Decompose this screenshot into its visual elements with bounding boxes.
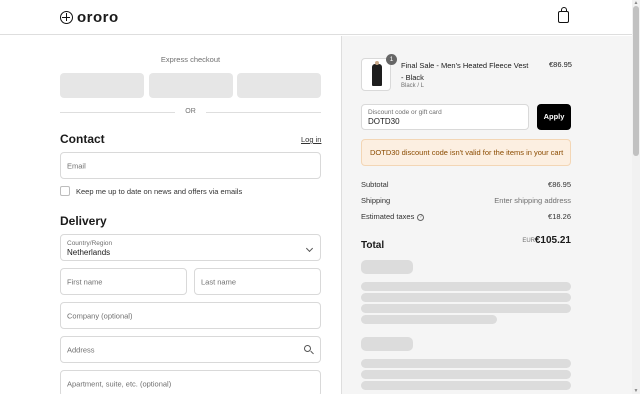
delivery-title: Delivery [60, 214, 107, 228]
discount-error-message: DOTD30 discount code isn't valid for the… [361, 139, 571, 166]
taxes-row: Estimated taxes? €18.26 [361, 212, 571, 221]
shipping-row: Shipping Enter shipping address [361, 196, 571, 205]
ororo-logo-icon [60, 11, 73, 24]
discount-label: Discount code or gift card [368, 109, 442, 116]
product-name: Final Sale - Men's Heated Fleece Vest - … [401, 61, 529, 82]
company-placeholder: Company (optional) [67, 311, 133, 320]
address-field[interactable]: Address [60, 336, 321, 363]
brand-logo[interactable]: ororo [60, 9, 119, 26]
loading-skeleton [361, 304, 571, 313]
newsletter-checkbox[interactable] [60, 186, 70, 196]
login-link[interactable]: Log in [301, 135, 321, 144]
express-pay-button-3[interactable] [237, 73, 321, 98]
shipping-value: Enter shipping address [494, 196, 571, 205]
divider-line-right [206, 112, 321, 113]
shipping-label: Shipping [361, 196, 391, 205]
newsletter-label: Keep me up to date on news and offers vi… [76, 187, 243, 196]
discount-code-field[interactable]: Discount code or gift card DOTD30 [361, 104, 529, 130]
express-checkout-label: Express checkout [160, 55, 221, 64]
express-pay-button-1[interactable] [60, 73, 144, 98]
product-price: €86.95 [549, 60, 572, 69]
country-value: Netherlands [67, 248, 111, 257]
product-variant: Black / L [401, 83, 425, 89]
apartment-field[interactable]: Apartment, suite, etc. (optional) [60, 370, 321, 394]
first-name-field[interactable]: First name [60, 268, 187, 295]
taxes-label: Estimated taxes [361, 212, 415, 221]
email-field[interactable]: Email [60, 152, 321, 179]
loading-skeleton [361, 293, 571, 302]
info-icon[interactable]: ? [417, 213, 425, 221]
country-select[interactable]: Country/Region Netherlands [60, 234, 321, 261]
first-name-placeholder: First name [67, 277, 103, 286]
total-value: €105.21 [534, 235, 571, 246]
total-row: Total EUR €105.21 [361, 235, 571, 253]
scroll-down-arrow-icon[interactable]: ▼ [633, 389, 639, 394]
currency-code: EUR [522, 238, 535, 244]
chevron-down-icon [305, 244, 314, 253]
loading-skeleton [361, 359, 571, 368]
vest-image [372, 61, 382, 86]
discount-value: DOTD30 [368, 117, 400, 126]
country-label: Country/Region [67, 240, 113, 247]
quantity-badge: 1 [386, 54, 397, 65]
company-field[interactable]: Company (optional) [60, 302, 321, 329]
loading-skeleton [361, 315, 497, 324]
subtotal-label: Subtotal [361, 180, 389, 189]
subtotal-value: €86.95 [548, 180, 571, 189]
loading-skeleton [361, 260, 413, 274]
address-placeholder: Address [67, 345, 95, 354]
brand-name: ororo [77, 9, 119, 26]
apply-button[interactable]: Apply [537, 104, 571, 130]
contact-title: Contact [60, 132, 105, 146]
loading-skeleton [361, 381, 571, 390]
shopping-bag-icon[interactable] [558, 7, 569, 23]
top-header: ororo [0, 0, 632, 35]
loading-skeleton [361, 337, 413, 351]
loading-skeleton [361, 282, 571, 291]
loading-skeleton [361, 370, 571, 379]
last-name-field[interactable]: Last name [194, 268, 321, 295]
subtotal-row: Subtotal €86.95 [361, 180, 571, 189]
email-placeholder: Email [67, 161, 86, 170]
total-label: Total [361, 240, 385, 251]
scroll-up-arrow-icon[interactable]: ▲ [633, 1, 639, 6]
or-divider: OR [60, 107, 321, 117]
taxes-value: €18.26 [548, 212, 571, 221]
last-name-placeholder: Last name [201, 277, 237, 286]
express-pay-button-2[interactable] [149, 73, 233, 98]
search-icon [304, 345, 311, 352]
apartment-placeholder: Apartment, suite, etc. (optional) [67, 379, 172, 388]
scrollbar-thumb[interactable] [633, 6, 639, 156]
